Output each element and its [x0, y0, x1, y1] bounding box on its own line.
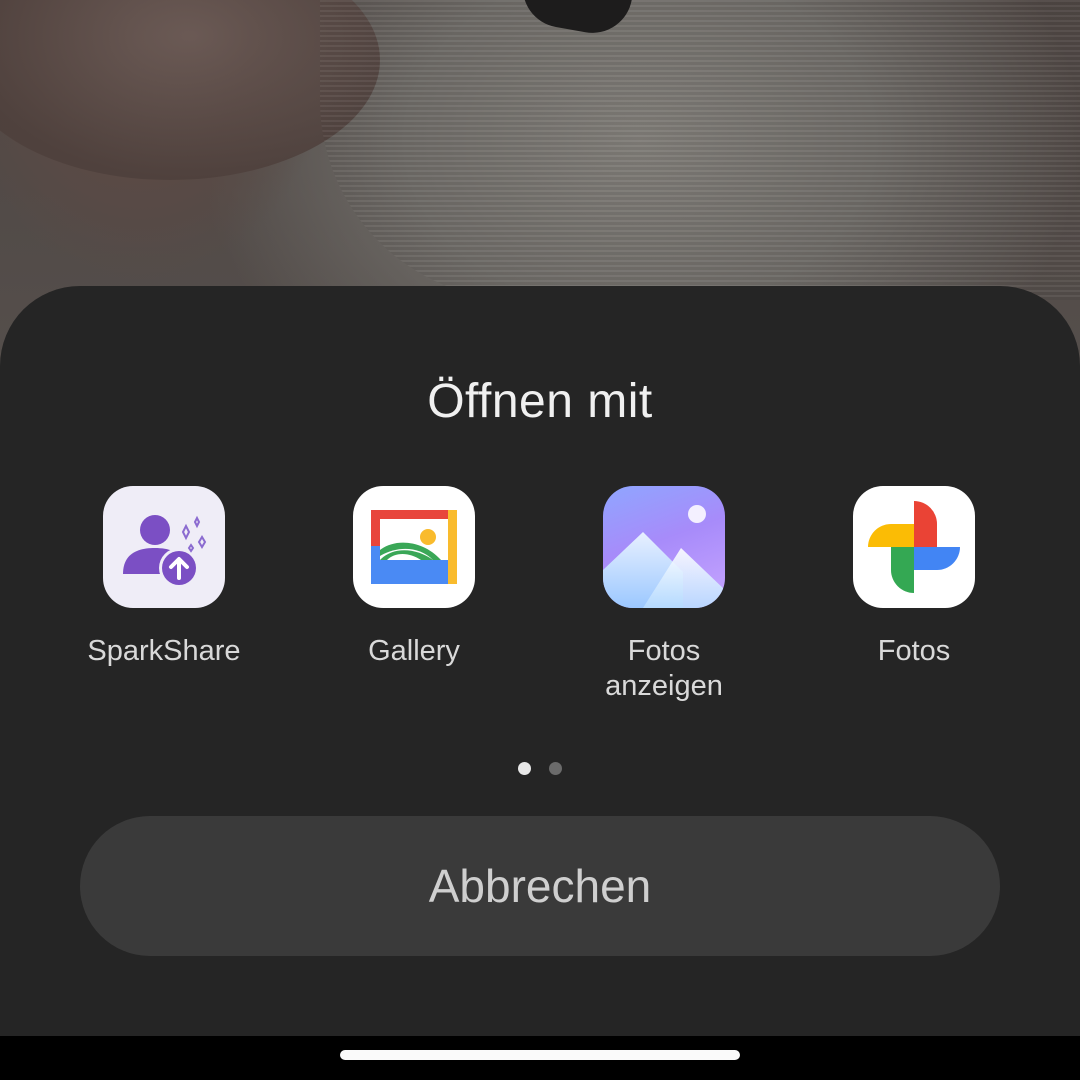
fotos-anzeigen-app-icon: [603, 486, 725, 608]
page-dot-inactive[interactable]: [549, 762, 563, 776]
background-fabric-texture: [320, 0, 1080, 300]
app-fotos-anzeigen[interactable]: Fotos anzeigen: [554, 486, 774, 704]
sheet-title: Öffnen mit: [427, 375, 653, 428]
cancel-button[interactable]: Abbrechen: [80, 816, 1000, 956]
home-gesture-handle[interactable]: [340, 1050, 740, 1060]
app-sparkshare[interactable]: SparkShare: [54, 486, 274, 669]
app-list: SparkShare Gallery Fotos anzeigen Fotos: [0, 486, 1080, 716]
app-google-fotos[interactable]: Fotos: [804, 486, 1024, 669]
navigation-bar: [0, 1036, 1080, 1080]
open-with-sheet: Öffnen mit SparkShare Gallery Fotos anze…: [0, 286, 1080, 1036]
google-fotos-app-icon: [853, 486, 975, 608]
app-gallery[interactable]: Gallery: [304, 486, 524, 669]
screen: Öffnen mit SparkShare Gallery Fotos anze…: [0, 0, 1080, 1080]
app-label: Gallery: [368, 635, 460, 667]
app-label: Fotos anzeigen: [605, 635, 723, 702]
page-dot-active[interactable]: [517, 762, 531, 776]
app-label: SparkShare: [87, 635, 241, 667]
app-label: Fotos: [877, 635, 951, 667]
page-indicator: [0, 760, 1080, 776]
sparkshare-app-icon: [103, 486, 225, 608]
gallery-app-icon: [353, 486, 475, 608]
